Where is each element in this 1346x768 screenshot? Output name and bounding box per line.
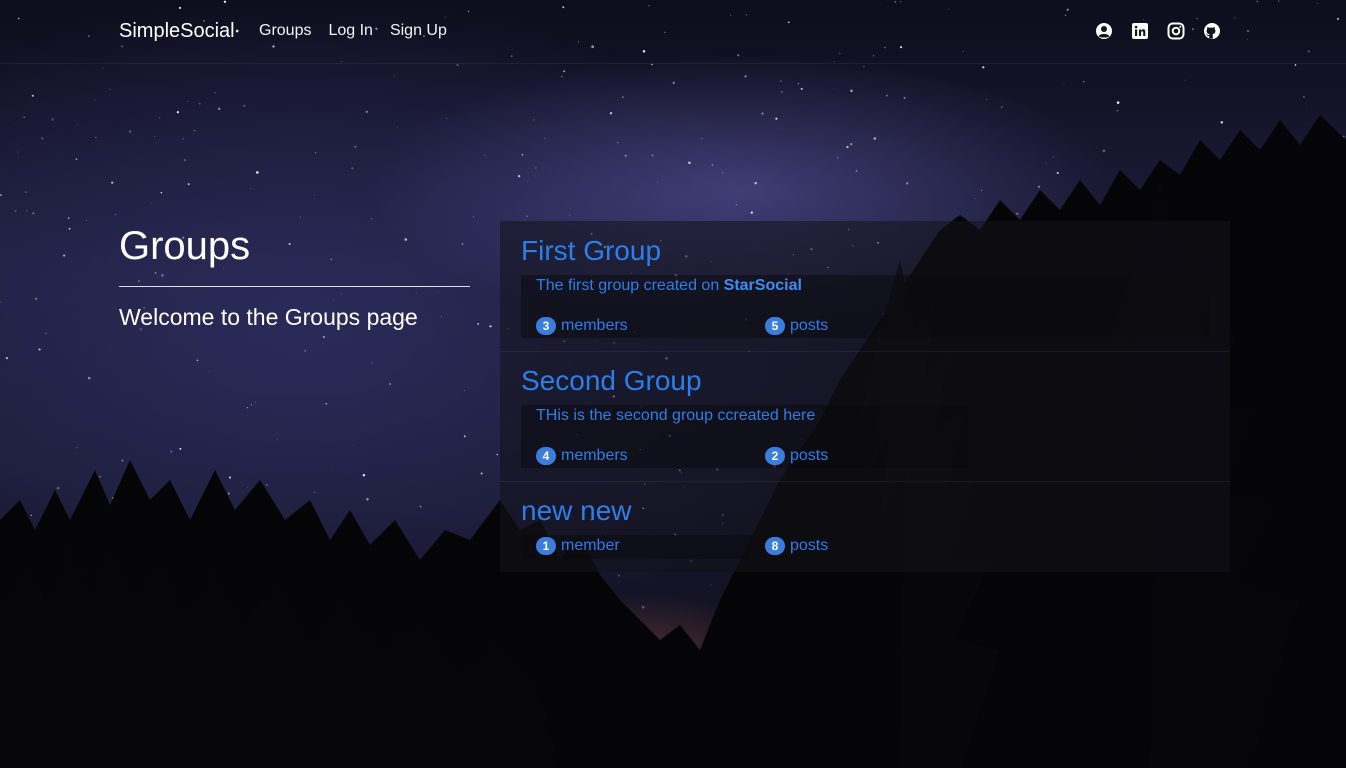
posts-count-badge: 8 (765, 537, 785, 555)
posts-stat: 2 posts (765, 447, 828, 465)
linkedin-icon[interactable] (1131, 22, 1149, 40)
group-body: 1 member 8 posts (521, 535, 828, 559)
page-title: Groups (119, 224, 251, 268)
members-stat: 3 members (536, 317, 628, 335)
navbar: SimpleSocial Groups Log In Sign Up (0, 0, 1346, 64)
user-circle-icon[interactable] (1095, 22, 1113, 40)
members-label: members (561, 447, 628, 464)
nav-link-login[interactable]: Log In (328, 22, 372, 40)
social-icons (1095, 22, 1221, 40)
members-label: member (561, 537, 620, 554)
posts-label: posts (790, 447, 829, 464)
brand-link[interactable]: SimpleSocial (119, 20, 235, 43)
group-item: new new 1 member 8 posts (500, 482, 1230, 572)
nav-link-signup[interactable]: Sign Up (390, 22, 447, 40)
group-description-bold: StarSocial (723, 277, 802, 294)
nav-link-groups[interactable]: Groups (259, 22, 311, 40)
group-body: THis is the second group ccreated here 4… (521, 405, 968, 468)
title-divider (119, 286, 470, 287)
members-count-badge: 4 (536, 447, 556, 465)
group-description-text: THis is the second group ccreated here (536, 407, 816, 424)
group-title-link[interactable]: First Group (521, 234, 661, 268)
members-stat: 1 member (536, 537, 620, 555)
group-item: First Group The first group created on S… (500, 221, 1230, 352)
members-label: members (561, 317, 628, 334)
group-item: Second Group THis is the second group cc… (500, 352, 1230, 482)
posts-count-badge: 5 (765, 317, 785, 335)
page-subtitle: Welcome to the Groups page (119, 304, 418, 330)
posts-label: posts (790, 317, 829, 334)
page-header: Groups Welcome to the Groups page (119, 222, 470, 331)
posts-stat: 5 posts (765, 317, 828, 335)
group-list: First Group The first group created on S… (500, 221, 1230, 572)
group-description: The first group created on StarSocial (536, 277, 802, 295)
group-description: THis is the second group ccreated here (536, 407, 815, 425)
group-body: The first group created on StarSocial 3 … (521, 275, 1209, 338)
members-stat: 4 members (536, 447, 628, 465)
members-count-badge: 3 (536, 317, 556, 335)
group-title-link[interactable]: new new (521, 494, 632, 528)
nav-links: Groups Log In Sign Up (259, 22, 447, 40)
instagram-icon[interactable] (1167, 22, 1185, 40)
posts-stat: 8 posts (765, 537, 828, 555)
group-title-link[interactable]: Second Group (521, 364, 702, 398)
posts-label: posts (790, 537, 829, 554)
posts-count-badge: 2 (765, 447, 785, 465)
group-description-text: The first group created on (536, 277, 724, 294)
github-icon[interactable] (1203, 22, 1221, 40)
members-count-badge: 1 (536, 537, 556, 555)
